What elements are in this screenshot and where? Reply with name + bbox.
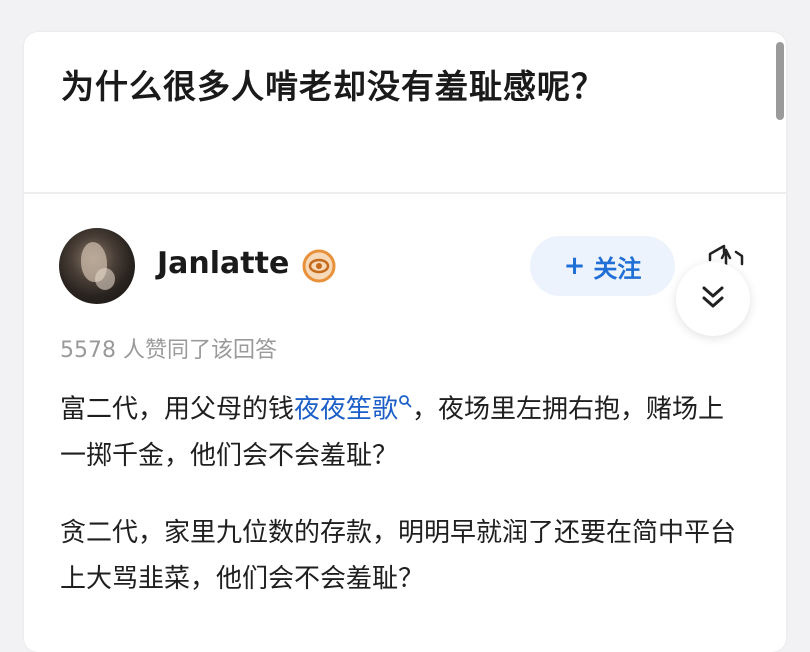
paragraph-text: 贪二代，家里九位数的存款，明明早就润了还要在简中平台上大骂韭菜，他们会不会羞耻？ <box>60 518 737 594</box>
divider <box>24 192 786 194</box>
paragraph-text: 富二代，用父母的钱 <box>60 394 295 425</box>
answer-paragraph: 贪二代，家里九位数的存款，明明早就润了还要在简中平台上大骂韭菜，他们会不会羞耻？ <box>60 510 750 602</box>
author-name[interactable]: Janlatte <box>157 246 289 281</box>
vote-count: 5578 人赞同了该回答 <box>60 338 277 363</box>
scrollbar-thumb[interactable] <box>776 42 784 120</box>
answer-paragraph: 富二代，用父母的钱夜夜笙歌 ，夜场里左拥右抱，赌场上一掷千金，他们会不会羞耻？ <box>60 380 750 479</box>
scroll-down-button[interactable] <box>676 262 750 336</box>
eye-medal-icon <box>302 249 336 283</box>
follow-button[interactable]: + 关注 <box>530 236 675 296</box>
search-mini-icon[interactable] <box>398 380 412 426</box>
chevron-double-down-icon <box>702 286 724 308</box>
keyword-link[interactable]: 夜夜笙歌 <box>294 395 398 425</box>
plus-icon: + <box>563 251 586 281</box>
question-title[interactable]: 为什么很多人啃老却没有羞耻感呢？ <box>61 60 605 108</box>
follow-label: 关注 <box>593 254 642 283</box>
avatar[interactable] <box>59 228 135 304</box>
